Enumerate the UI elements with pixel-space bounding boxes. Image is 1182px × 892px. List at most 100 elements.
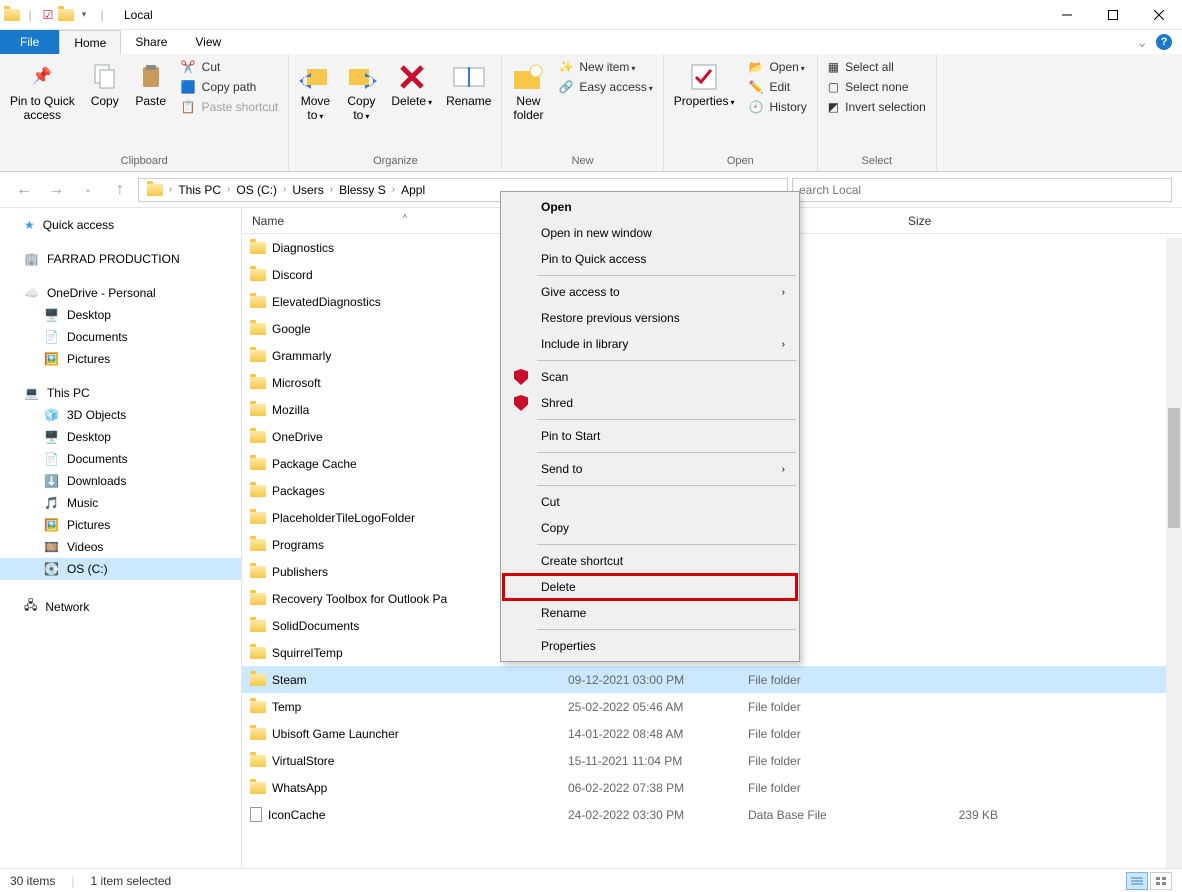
new-item-button[interactable]: ✨New item: [552, 58, 658, 76]
star-icon: ★: [24, 218, 35, 232]
select-none-button[interactable]: ▢Select none: [822, 78, 932, 96]
sidebar-od-desktop[interactable]: 🖥️Desktop: [0, 304, 241, 326]
open-button[interactable]: 📂Open: [742, 58, 812, 76]
paste-shortcut-button[interactable]: 📋Paste shortcut: [175, 98, 285, 116]
invert-selection-button[interactable]: ◩Invert selection: [822, 98, 932, 116]
col-size[interactable]: Size: [898, 214, 1018, 228]
qat-folder-icon[interactable]: [58, 7, 74, 23]
copy-path-icon: 🟦: [181, 80, 196, 94]
tab-home[interactable]: Home: [59, 30, 121, 54]
sidebar-pc-videos[interactable]: 🎞️Videos: [0, 536, 241, 558]
sidebar-network[interactable]: 🖧Network: [0, 592, 241, 621]
view-details-button[interactable]: [1126, 872, 1148, 890]
ctx-cut[interactable]: Cut: [503, 489, 797, 515]
file-row[interactable]: Temp25-02-2022 05:46 AMFile folder: [242, 693, 1182, 720]
copy-path-button[interactable]: 🟦Copy path: [175, 78, 285, 96]
ctx-send-to[interactable]: Send to›: [503, 456, 797, 482]
back-button[interactable]: ←: [10, 176, 38, 204]
chevron-right-icon[interactable]: ›: [225, 184, 232, 195]
properties-button[interactable]: Properties: [668, 56, 741, 112]
recent-dropdown[interactable]: ⌄: [74, 176, 102, 204]
sidebar-quick-access[interactable]: ★Quick access: [0, 214, 241, 236]
easy-access-button[interactable]: 🔗Easy access: [552, 78, 658, 96]
chevron-down-icon[interactable]: ⌄: [1136, 34, 1148, 51]
qat-dropdown-icon[interactable]: ▾: [76, 7, 92, 23]
select-all-button[interactable]: ▦Select all: [822, 58, 932, 76]
file-row[interactable]: WhatsApp06-02-2022 07:38 PMFile folder: [242, 774, 1182, 801]
copy-button[interactable]: Copy: [83, 56, 127, 112]
tab-file[interactable]: File: [0, 30, 59, 54]
breadcrumb-seg[interactable]: This PC: [174, 183, 225, 197]
chevron-right-icon[interactable]: ›: [390, 184, 397, 195]
qat-check-icon[interactable]: ☑: [40, 7, 56, 23]
search-input[interactable]: earch Local: [792, 178, 1172, 202]
up-button[interactable]: ↑: [106, 176, 134, 204]
new-folder-button[interactable]: New folder: [506, 56, 550, 127]
edit-button[interactable]: ✏️Edit: [742, 78, 812, 96]
sidebar-this-pc[interactable]: 💻This PC: [0, 382, 241, 404]
chevron-right-icon[interactable]: ›: [281, 184, 288, 195]
file-name: OneDrive: [272, 430, 323, 444]
ctx-separator: [537, 485, 796, 486]
ctx-restore-versions[interactable]: Restore previous versions: [503, 305, 797, 331]
ctx-copy[interactable]: Copy: [503, 515, 797, 541]
view-large-icons-button[interactable]: [1150, 872, 1172, 890]
sidebar-pc-downloads[interactable]: ⬇️Downloads: [0, 470, 241, 492]
sidebar-od-documents[interactable]: 📄Documents: [0, 326, 241, 348]
ctx-delete[interactable]: Delete: [503, 574, 797, 600]
breadcrumb-root-icon[interactable]: [143, 184, 167, 196]
ctx-pin-start[interactable]: Pin to Start: [503, 423, 797, 449]
ctx-create-shortcut[interactable]: Create shortcut: [503, 548, 797, 574]
ctx-shred[interactable]: Shred: [503, 390, 797, 416]
breadcrumb-seg[interactable]: Appl: [397, 183, 429, 197]
sidebar-pc-pictures[interactable]: 🖼️Pictures: [0, 514, 241, 536]
sidebar-pc-desktop[interactable]: 🖥️Desktop: [0, 426, 241, 448]
file-row[interactable]: IconCache24-02-2022 03:30 PMData Base Fi…: [242, 801, 1182, 828]
pin-to-quick-access-button[interactable]: 📌 Pin to Quick access: [4, 56, 81, 127]
sidebar-pc-osc[interactable]: 💽OS (C:): [0, 558, 241, 580]
move-to-button[interactable]: Move to: [293, 56, 337, 127]
copy-to-button[interactable]: Copy to: [339, 56, 383, 127]
submenu-arrow-icon: ›: [782, 339, 785, 350]
close-button[interactable]: [1136, 0, 1182, 30]
sidebar-pc-documents[interactable]: 📄Documents: [0, 448, 241, 470]
ctx-rename[interactable]: Rename: [503, 600, 797, 626]
ctx-scan[interactable]: Scan: [503, 364, 797, 390]
sidebar-od-pictures[interactable]: 🖼️Pictures: [0, 348, 241, 370]
paste-button[interactable]: Paste: [129, 56, 173, 112]
scrollbar-thumb[interactable]: [1168, 408, 1180, 528]
edit-icon: ✏️: [748, 80, 763, 94]
ctx-open[interactable]: Open: [503, 194, 797, 220]
file-row[interactable]: Ubisoft Game Launcher14-01-2022 08:48 AM…: [242, 720, 1182, 747]
tab-view[interactable]: View: [181, 30, 235, 54]
breadcrumb-seg[interactable]: Blessy S: [335, 183, 390, 197]
vertical-scrollbar[interactable]: [1166, 238, 1182, 868]
ctx-properties[interactable]: Properties: [503, 633, 797, 659]
documents-icon: 📄: [44, 452, 59, 466]
maximize-button[interactable]: [1090, 0, 1136, 30]
breadcrumb-seg[interactable]: Users: [288, 183, 327, 197]
sidebar-farrad[interactable]: 🏢FARRAD PRODUCTION: [0, 248, 241, 270]
chevron-right-icon[interactable]: ›: [328, 184, 335, 195]
file-row[interactable]: Steam09-12-2021 03:00 PMFile folder: [242, 666, 1182, 693]
breadcrumb-seg[interactable]: OS (C:): [232, 183, 281, 197]
help-icon[interactable]: ?: [1156, 34, 1172, 50]
minimize-button[interactable]: [1044, 0, 1090, 30]
rename-button[interactable]: Rename: [440, 56, 497, 112]
cut-button[interactable]: ✂️Cut: [175, 58, 285, 76]
chevron-right-icon[interactable]: ›: [167, 184, 174, 195]
sidebar-3d-objects[interactable]: 🧊3D Objects: [0, 404, 241, 426]
delete-button[interactable]: Delete: [385, 56, 438, 112]
ctx-include-library[interactable]: Include in library›: [503, 331, 797, 357]
tab-share[interactable]: Share: [121, 30, 181, 54]
ctx-separator: [537, 544, 796, 545]
folder-icon: [250, 431, 266, 443]
ctx-pin-quick-access[interactable]: Pin to Quick access: [503, 246, 797, 272]
sidebar-pc-music[interactable]: 🎵Music: [0, 492, 241, 514]
history-button[interactable]: 🕘History: [742, 98, 812, 116]
sidebar-onedrive[interactable]: ☁️OneDrive - Personal: [0, 282, 241, 304]
forward-button[interactable]: →: [42, 176, 70, 204]
file-row[interactable]: VirtualStore15-11-2021 11:04 PMFile fold…: [242, 747, 1182, 774]
ctx-open-new-window[interactable]: Open in new window: [503, 220, 797, 246]
ctx-give-access[interactable]: Give access to›: [503, 279, 797, 305]
